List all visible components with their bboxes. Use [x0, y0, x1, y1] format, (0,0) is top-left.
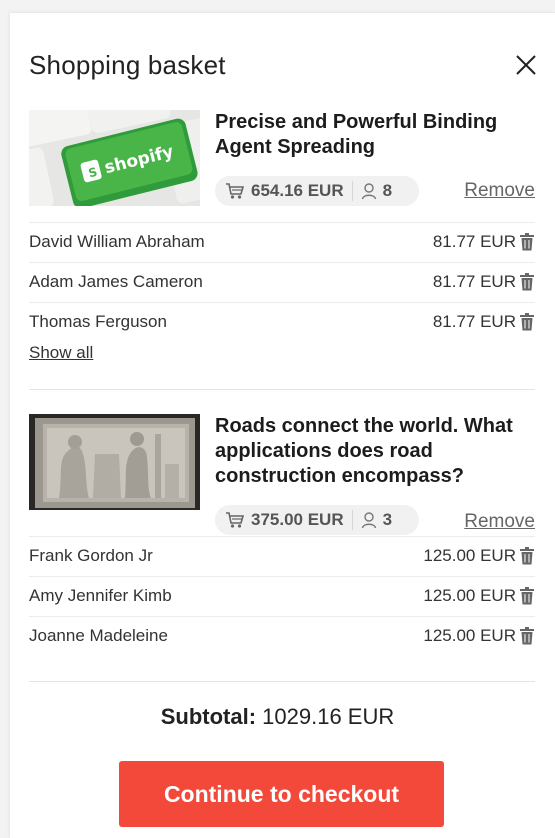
recipient-name: Joanne Madeleine — [29, 626, 168, 645]
product-total-amount: 654.16 EUR — [251, 181, 344, 200]
recipient-name: Adam James Cameron — [29, 272, 203, 291]
recipient-count: 3 — [382, 510, 393, 529]
close-button[interactable] — [513, 52, 539, 78]
page-title: Shopping basket — [29, 50, 226, 80]
pill-separator — [351, 510, 353, 530]
basket-item: Roads connect the world. What applicatio… — [29, 414, 535, 664]
user-icon — [361, 183, 376, 200]
panel-top-border — [10, 12, 555, 13]
recipient-price: 81.77 EUR — [432, 272, 516, 291]
trash-icon[interactable] — [519, 547, 535, 565]
trash-icon[interactable] — [519, 313, 535, 331]
basket-header: Shopping basket — [29, 50, 539, 86]
subtotal-value: 1029.16 EUR — [262, 704, 395, 729]
recipient-price: 81.77 EUR — [432, 312, 516, 331]
subtotal-label: Subtotal: — [160, 704, 257, 729]
pill-separator — [351, 181, 353, 201]
section-divider — [29, 389, 535, 390]
checkout-button[interactable]: Continue to checkout — [119, 761, 444, 827]
product-image[interactable] — [29, 414, 200, 510]
product-title[interactable]: Roads connect the world. What applicatio… — [215, 414, 535, 489]
product-summary-pill: 654.16 EUR 8 — [215, 176, 419, 206]
recipient-row: Amy Jennifer Kimb 125.00 EUR — [29, 576, 535, 616]
recipient-name: Frank Gordon Jr — [29, 546, 153, 565]
product-total-amount: 375.00 EUR — [251, 510, 344, 529]
recipient-name: Thomas Ferguson — [29, 312, 167, 331]
recipient-row: David William Abraham 81.77 EUR — [29, 222, 535, 262]
recipient-row: Joanne Madeleine 125.00 EUR — [29, 616, 535, 656]
recipient-name: David William Abraham — [29, 232, 205, 251]
recipient-price: 125.00 EUR — [423, 586, 516, 605]
recipient-count: 8 — [382, 181, 393, 200]
show-all-link[interactable]: Show all — [29, 343, 93, 363]
trash-icon[interactable] — [519, 273, 535, 291]
recipient-row: Adam James Cameron 81.77 EUR — [29, 262, 535, 302]
product-title[interactable]: Precise and Powerful Binding Agent Sprea… — [215, 110, 535, 160]
remove-item-link[interactable]: Remove — [464, 180, 535, 202]
close-icon — [516, 55, 536, 75]
recipient-price: 125.00 EUR — [423, 626, 516, 645]
cart-icon — [226, 512, 245, 528]
section-divider — [29, 681, 535, 682]
trash-icon[interactable] — [519, 233, 535, 251]
recipient-name: Amy Jennifer Kimb — [29, 586, 172, 605]
recipient-row: Frank Gordon Jr 125.00 EUR — [29, 536, 535, 576]
subtotal: Subtotal: 1029.16 EUR — [0, 704, 555, 730]
remove-item-link[interactable]: Remove — [464, 511, 535, 533]
cart-icon — [226, 183, 245, 199]
product-image[interactable]: S shopify — [29, 110, 200, 206]
recipient-price: 125.00 EUR — [423, 546, 516, 565]
user-icon — [361, 512, 376, 529]
trash-icon[interactable] — [519, 627, 535, 645]
recipient-row: Thomas Ferguson 81.77 EUR — [29, 302, 535, 342]
trash-icon[interactable] — [519, 587, 535, 605]
basket-item: S shopify Precise and Powerful Binding A… — [29, 110, 535, 370]
product-summary-pill: 375.00 EUR 3 — [215, 505, 419, 535]
recipient-price: 81.77 EUR — [432, 232, 516, 251]
